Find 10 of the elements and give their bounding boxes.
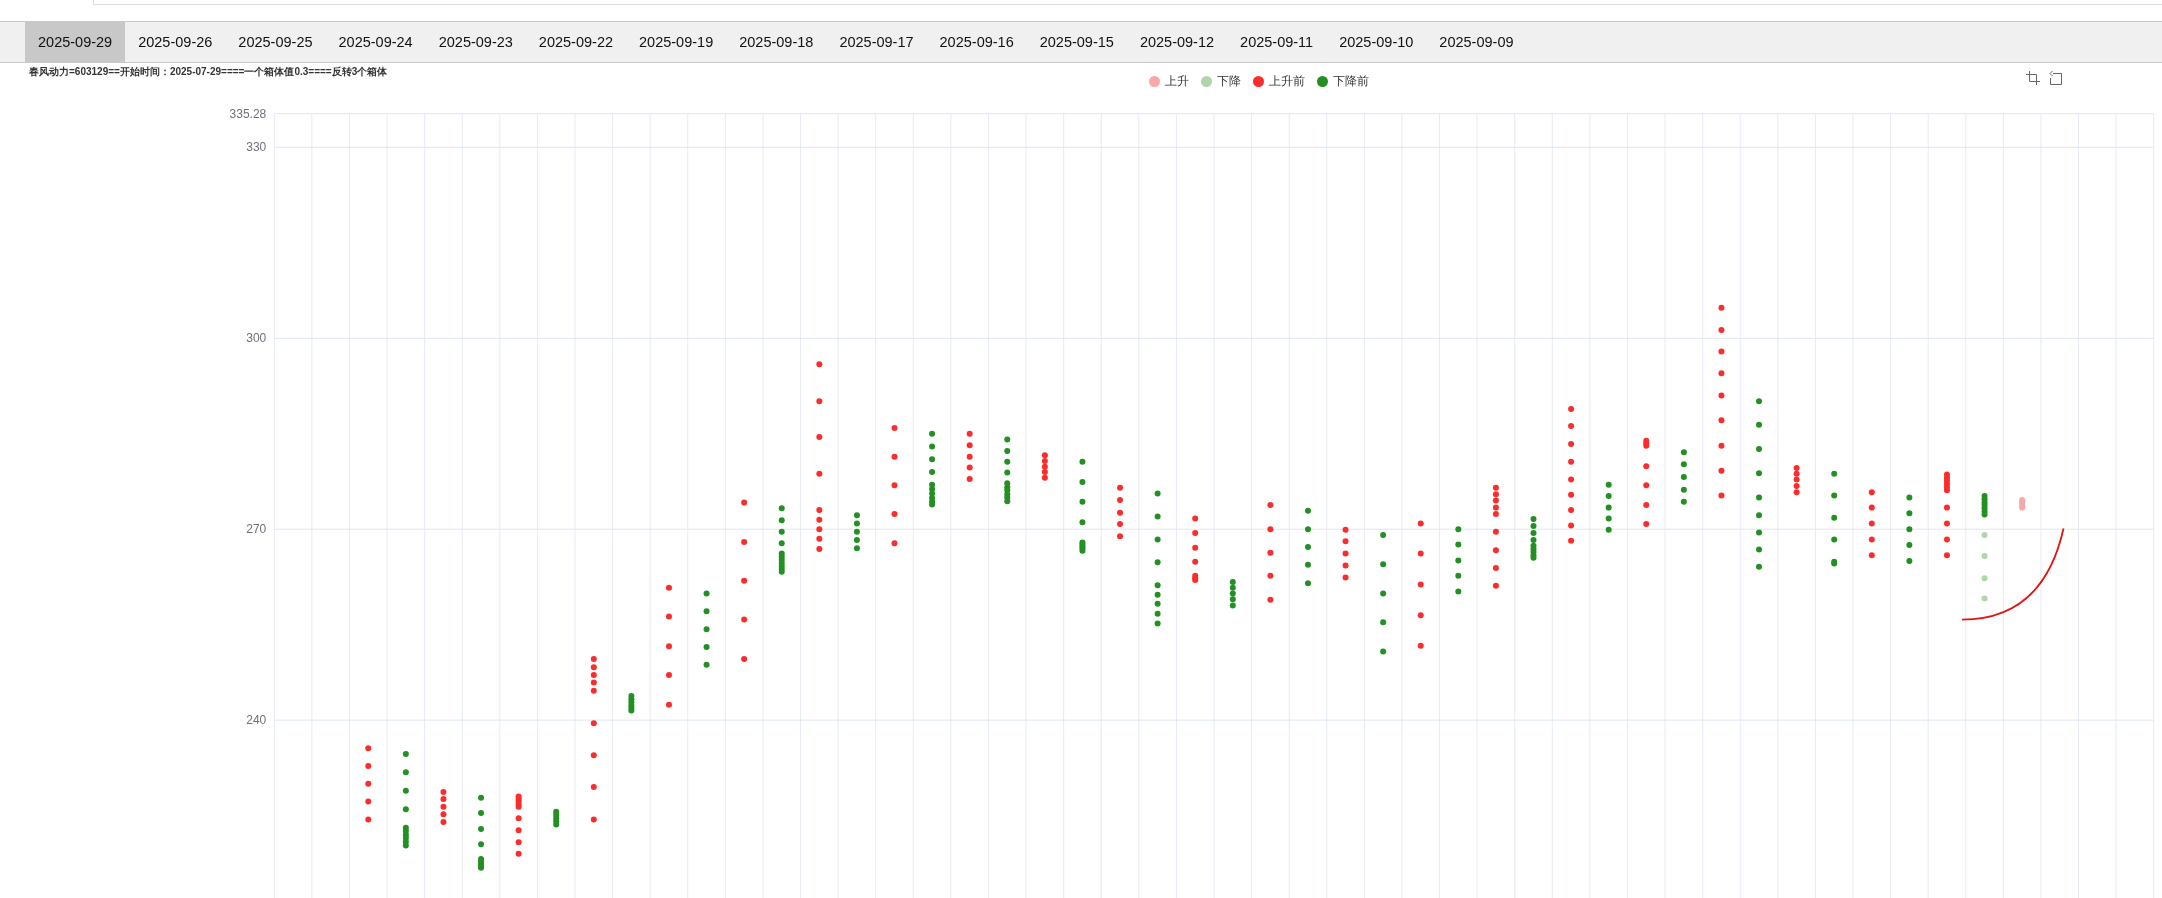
axis-label: 335.28 <box>229 106 267 121</box>
axis-label: 330 <box>246 140 267 155</box>
legend-label: 下降前 <box>1333 74 1369 88</box>
legend-label: 上升前 <box>1269 74 1305 88</box>
caption-text: 春风动力=603129==开始时间：2025-07-29====一个箱体值0.3====反转3个箱体 <box>28 66 389 78</box>
legend-label: 下降 <box>1217 74 1241 88</box>
axis-label: 240 <box>246 713 267 728</box>
axis-label: 270 <box>246 522 267 537</box>
legend-label: 上升 <box>1165 74 1189 88</box>
axis-label: 300 <box>246 331 267 346</box>
